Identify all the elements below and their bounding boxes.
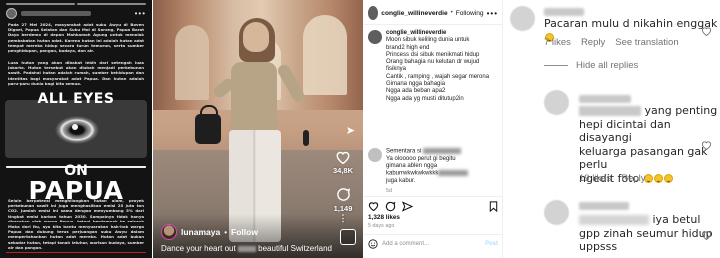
comment-username-blurred — [544, 8, 584, 16]
hide-replies-button[interactable]: Hide all replies — [544, 60, 638, 71]
post-comment-button[interactable]: Post — [485, 241, 498, 247]
add-comment-row: Add a comment... Post — [368, 239, 498, 249]
avatar[interactable] — [161, 224, 177, 240]
story-progress-bars — [6, 3, 146, 168]
avatar[interactable] — [368, 30, 382, 44]
post-panel: conglie_willineverdie • Following ••• co… — [364, 0, 503, 258]
emoji-icon — [663, 173, 673, 183]
post-likes[interactable]: 1,328 likes — [368, 214, 400, 221]
heart-icon[interactable] — [701, 140, 712, 150]
story-panel: ••• Pada 27 Mei 2024, masyarakat adat su… — [0, 0, 152, 258]
reel-caption[interactable]: Dance your heart out beautiful Switzerla… — [161, 244, 332, 253]
avatar — [368, 148, 382, 162]
avatar[interactable] — [510, 6, 535, 31]
avatar[interactable] — [368, 6, 379, 20]
following-button[interactable]: Following — [456, 10, 484, 17]
comments-panel: Pacaran mulu d nikahin enggak 7 likes Re… — [504, 0, 720, 258]
more-icon[interactable]: ••• — [487, 9, 498, 18]
comment-button[interactable]: 1,149 — [331, 187, 355, 213]
likes-count: 34,8K — [332, 166, 353, 175]
heart-icon[interactable] — [368, 201, 379, 211]
avatar[interactable] — [544, 90, 569, 115]
audio-icon[interactable] — [340, 229, 356, 245]
comment-username-blurred — [579, 202, 629, 210]
emoji-icon — [653, 173, 663, 183]
comment-likes[interactable]: 19 likes — [579, 173, 611, 184]
bookmark-icon[interactable] — [489, 200, 498, 212]
caption-author[interactable]: conglie_willineverdie — [386, 30, 446, 36]
comment-meta: 19 likes Reply — [579, 173, 646, 184]
heart-icon[interactable] — [701, 230, 712, 240]
story-intro-text: Pada 27 Mei 2024, masyarakat adat suku A… — [8, 22, 144, 54]
comment-text: iya betul gpp zinah seumur hidup uppsss — [579, 213, 713, 253]
avatar[interactable] — [544, 200, 569, 225]
reply-button[interactable]: Reply — [621, 173, 645, 184]
comment-likes[interactable]: 7 likes — [544, 37, 571, 48]
comments-count: 1,149 — [333, 204, 353, 213]
post-actions — [368, 200, 498, 212]
comment-input[interactable]: Add a comment... — [382, 241, 429, 247]
see-translation-button[interactable]: See translation — [615, 37, 678, 48]
post-header: conglie_willineverdie • Following ••• — [368, 4, 498, 22]
reply-button[interactable]: Reply — [581, 37, 605, 48]
reel-username[interactable]: lunamaya — [181, 227, 220, 237]
comment-icon[interactable] — [385, 201, 396, 212]
comment-username-blurred — [579, 95, 631, 103]
post-caption: conglie_willineverdie Moon sibuk kelilin… — [368, 30, 498, 103]
post-date: 5 days ago — [368, 223, 395, 229]
story-username-blurred — [21, 11, 91, 16]
caption-continued: Sementara si Ya olooooo perut gi begitu … — [386, 148, 498, 195]
story-avatar[interactable] — [6, 8, 17, 19]
headline-all-eyes: ALL EYES — [37, 91, 115, 107]
follow-button[interactable]: Follow — [231, 227, 258, 237]
reel-user-row: lunamaya • Follow — [161, 224, 258, 240]
share-icon[interactable] — [402, 200, 413, 212]
emoji-icon[interactable] — [368, 239, 378, 249]
like-button[interactable]: 34,8K — [331, 150, 355, 175]
reel-panel[interactable]: 34,8K 1,149 ➤ ⋮ lunamaya • Follow Dance … — [153, 0, 363, 258]
comment-icon — [336, 188, 350, 201]
heart-icon — [336, 151, 350, 164]
story-lower-text: Selain berpotensi menghilangkan hutan al… — [8, 198, 144, 222]
story-closing-text: Maka dari itu, ayo kita bantu menyuaraka… — [8, 224, 144, 250]
heart-icon[interactable] — [701, 26, 712, 36]
share-icon[interactable]: ➤ — [346, 124, 355, 137]
post-author[interactable]: conglie_willineverdie — [381, 10, 447, 17]
story-header: ••• — [6, 8, 146, 19]
comment-meta: 7 likes Reply See translation — [544, 37, 679, 48]
more-icon[interactable]: ••• — [135, 9, 146, 18]
